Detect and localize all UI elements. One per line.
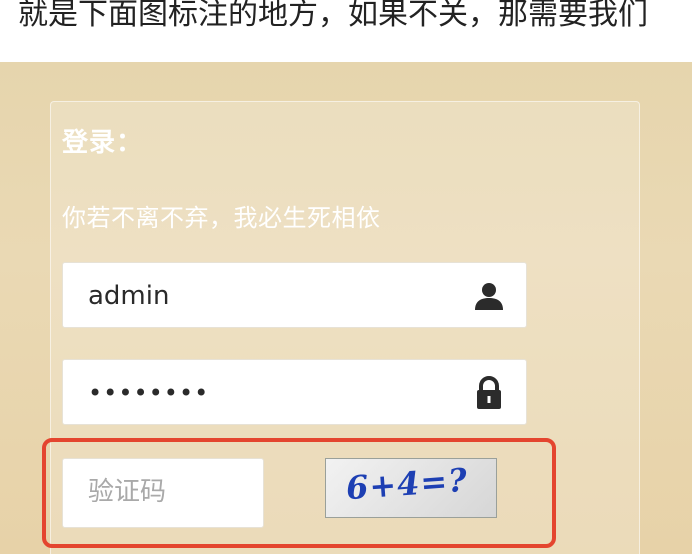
captcha-placeholder: 验证码 (88, 477, 167, 507)
username-field[interactable]: admin (62, 262, 527, 328)
captcha-image[interactable]: 6+4=? (325, 458, 497, 518)
password-value: •••••••• (88, 379, 210, 407)
captcha-input[interactable]: 验证码 (62, 458, 264, 528)
username-value: admin (88, 281, 170, 311)
login-subtitle: 你若不离不弃，我必生死相依 (62, 204, 381, 232)
lock-icon (477, 376, 501, 409)
password-field[interactable]: •••••••• (62, 359, 527, 425)
user-icon (475, 283, 503, 310)
login-background: 登录： 你若不离不弃，我必生死相依 admin •••••••• 验证码 6+4… (0, 62, 692, 554)
login-title: 登录： (62, 128, 144, 158)
article-text: 就是下面图标注的地方，如果不关，那需要我们 (18, 0, 648, 32)
captcha-text: 6+4=? (344, 460, 470, 508)
